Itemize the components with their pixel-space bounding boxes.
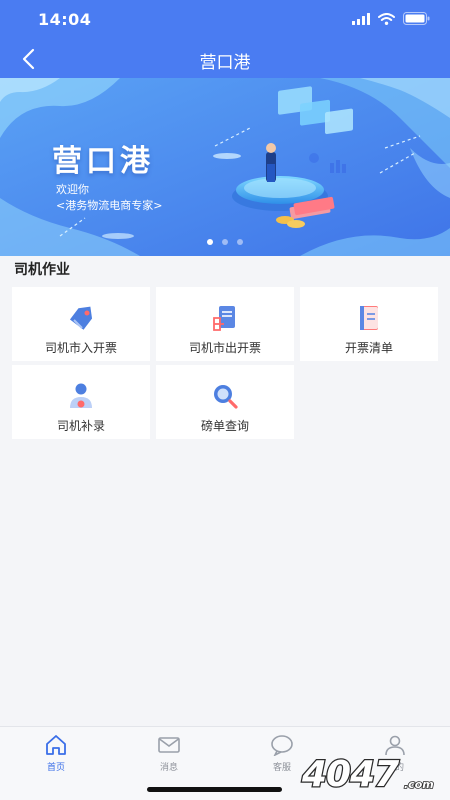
mail-icon [158,737,180,753]
status-bar: 14:04 [0,0,450,38]
chat-icon [271,735,293,756]
promo-banner[interactable]: 营口港 欢迎你 <港务物流电商专家> [0,78,450,256]
section-title: 司机作业 [14,262,70,278]
carousel-indicator [0,239,450,245]
search-icon [214,385,238,409]
battery-icon [403,12,430,25]
carousel-dot-1[interactable] [207,239,213,245]
banner-title: 营口港 [52,144,154,179]
tab-label: 消息 [159,763,178,773]
page-title: 营口港 [199,53,251,73]
tile-label: 磅单查询 [200,419,249,433]
signal-icon [352,12,370,25]
tile-weighbill-query[interactable]: 磅单查询 [156,365,294,439]
carousel-dot-3[interactable] [237,239,243,245]
tile-driver-inbound-invoice[interactable]: 司机市入开票 [12,287,150,361]
list-icon [360,306,378,330]
banner-welcome: 欢迎你 [56,183,89,196]
status-icons [352,12,430,25]
home-icon [46,735,66,755]
banner-subtitle: <港务物流电商专家> [56,199,163,212]
app-header: 14:04 营口港 [0,0,450,78]
tile-label: 司机市入开票 [44,341,117,355]
site-watermark: 4047 .com [300,753,435,794]
function-grid: 司机市入开票 司机市出开票 开票清单 司机补录 磅单查询 [12,287,438,439]
wifi-icon [378,12,395,25]
svg-text:.com: .com [404,778,434,791]
tab-home[interactable]: 首页 [26,733,86,773]
tile-label: 开票清单 [344,341,393,355]
tab-label: 首页 [46,763,65,773]
user-icon [70,383,92,408]
tile-driver-outbound-invoice[interactable]: 司机市出开票 [156,287,294,361]
tile-driver-supplement[interactable]: 司机补录 [12,365,150,439]
tile-label: 司机补录 [56,419,105,433]
tile-label: 司机市出开票 [188,341,261,355]
tag-icon [69,306,93,330]
carousel-dot-2[interactable] [222,239,228,245]
tab-messages[interactable]: 消息 [139,733,199,773]
home-indicator [147,787,282,792]
document-export-icon [213,306,235,331]
svg-text:4047: 4047 [301,754,399,794]
tile-invoice-list[interactable]: 开票清单 [300,287,438,361]
status-time: 14:04 [38,10,92,29]
